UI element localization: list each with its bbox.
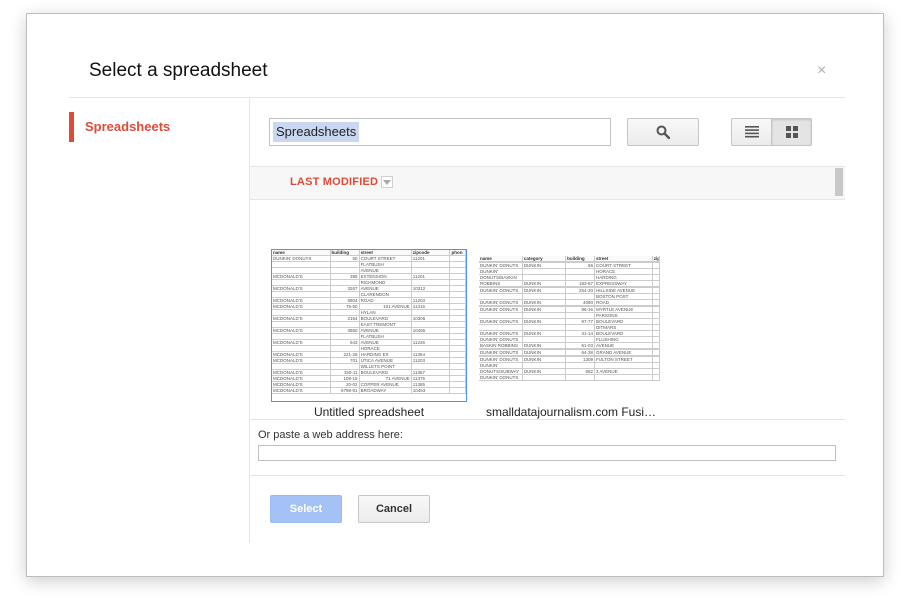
- preview-cell: DONUTS/BASKIN: [479, 274, 523, 281]
- select-spreadsheet-dialog: Select a spreadsheet × Spreadsheets Spre…: [26, 13, 884, 577]
- preview-cell: BASKIN ROBBINS: [479, 342, 523, 349]
- preview-cell: [522, 374, 567, 381]
- dialog-title: Select a spreadsheet: [89, 60, 268, 81]
- list-view-icon: [744, 126, 759, 138]
- scrollbar-thumb[interactable]: [835, 168, 843, 196]
- sort-dropdown-button[interactable]: [381, 176, 393, 188]
- sort-bar: LAST MODIFIED: [250, 166, 845, 200]
- preview-cell: DUNKIN' DONUTS: [479, 306, 523, 313]
- dropdown-arrow-icon: [383, 179, 391, 185]
- preview-cell: 10463: [411, 387, 451, 394]
- paste-url-label: Or paste a web address here:: [258, 429, 403, 441]
- sidebar-item-spreadsheets[interactable]: Spreadsheets: [69, 112, 229, 142]
- file-thumbnail-smalldatajournalism[interactable]: name category building street zip DUNKIN' DON…: [478, 255, 661, 393]
- search-button[interactable]: [627, 118, 699, 146]
- paste-url-input[interactable]: [258, 445, 836, 461]
- preview-cell: DUNKIN' DONUTS: [479, 330, 523, 337]
- preview-row: MCDONALD'S 6798-81 BROADWAY 10463: [272, 387, 466, 394]
- grid-view-button[interactable]: [771, 118, 812, 146]
- list-view-button[interactable]: [731, 118, 772, 146]
- file-thumbnail-untitled-spreadsheet[interactable]: name building street zipcode phon DUNKIN' DON…: [271, 249, 467, 402]
- view-toggle: [731, 118, 813, 146]
- preview-header-cell: zip: [652, 256, 660, 262]
- preview-cell: DUNKIN' DONUTS: [479, 262, 523, 269]
- preview-cell: 6798-81: [330, 387, 360, 394]
- close-icon[interactable]: ×: [817, 62, 826, 80]
- preview-cell: DUNKIN' DONUTS: [479, 374, 523, 381]
- preview-cell: [594, 374, 653, 381]
- select-button[interactable]: Select: [270, 495, 342, 523]
- sidebar: Spreadsheets: [69, 98, 250, 543]
- file-name-untitled-spreadsheet[interactable]: Untitled spreadsheet: [271, 405, 467, 419]
- sort-last-modified[interactable]: LAST MODIFIED: [290, 176, 378, 188]
- preview-cell: DUNKIN' DONUTS: [479, 356, 523, 363]
- paste-url-section: Or paste a web address here:: [250, 419, 845, 476]
- preview-cell: DUNKIN' DONUTS: [479, 299, 523, 306]
- file-preview-table: name building street zipcode phon DUNKIN' DON…: [272, 250, 466, 394]
- preview-row: DUNKIN' DONUTS: [479, 374, 660, 381]
- cancel-button[interactable]: Cancel: [358, 495, 430, 523]
- preview-cell: DUNKIN' DONUTS: [479, 349, 523, 356]
- preview-cell: DUNKIN' DONUTS: [479, 318, 523, 325]
- preview-cell: BROADWAY: [359, 387, 412, 394]
- preview-cell: [449, 387, 466, 394]
- search-input[interactable]: Spreadsheets: [269, 118, 611, 146]
- search-query-token[interactable]: Spreadsheets: [273, 122, 360, 142]
- file-preview-table: name category building street zip DUNKIN' DON…: [479, 256, 660, 381]
- grid-view-icon: [785, 126, 798, 138]
- preview-cell: MCDONALD'S: [272, 387, 331, 394]
- preview-cell: DUNKIN' DONUTS: [479, 336, 523, 343]
- preview-cell: [652, 374, 660, 381]
- preview-cell: DUNKIN' DONUTS: [479, 287, 523, 294]
- search-icon: [656, 125, 670, 139]
- file-name-smalldatajournalism[interactable]: smalldatajournalism.com Fusi…: [473, 405, 669, 419]
- preview-cell: [565, 374, 595, 381]
- preview-cell: DONUTS/SUBWAY: [479, 368, 523, 375]
